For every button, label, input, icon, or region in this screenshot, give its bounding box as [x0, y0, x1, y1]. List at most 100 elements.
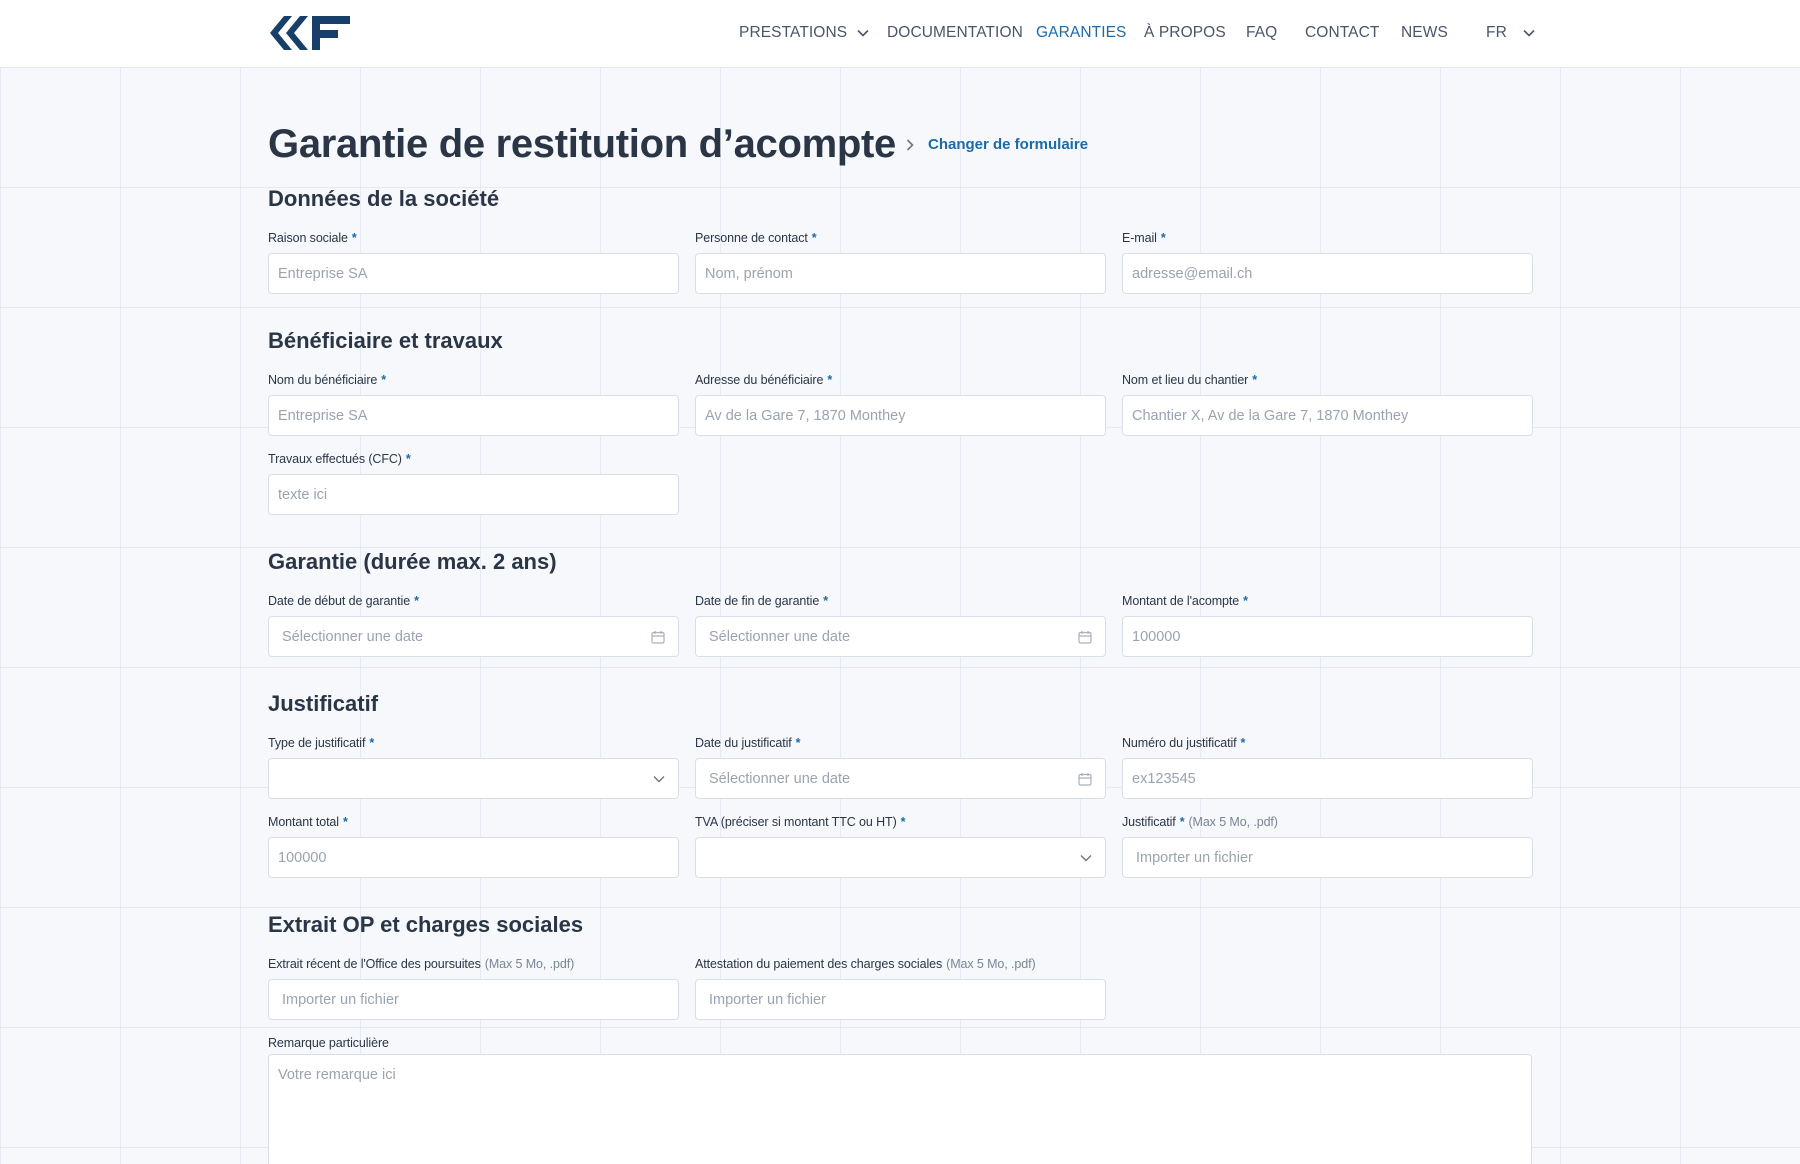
field-label: Personne de contact	[695, 231, 808, 245]
required-marker: *	[369, 736, 375, 750]
nav-faq[interactable]: FAQ	[1246, 24, 1277, 42]
required-marker: *	[351, 231, 357, 245]
field-label: Date de fin de garantie	[695, 594, 820, 608]
email-input[interactable]: adresse@email.ch	[1122, 253, 1533, 294]
deposit-amount-input[interactable]: 100000	[1122, 616, 1533, 657]
required-marker: *	[795, 736, 801, 750]
field-contact: Personne de contact * Nom, prénom	[695, 230, 1106, 294]
field-label: Travaux effectués (CFC)	[268, 452, 402, 466]
contact-input[interactable]: Nom, prénom	[695, 253, 1106, 294]
justificatif-file-upload[interactable]: Importer un fichier	[1122, 837, 1533, 878]
file-hint: (Max 5 Mo, .pdf)	[1188, 815, 1278, 829]
nav-prestations[interactable]: PRESTATIONS	[739, 24, 869, 42]
placeholder: texte ici	[278, 486, 328, 503]
chevron-down-icon	[653, 776, 665, 783]
field-tva: TVA (préciser si montant TTC ou HT) *	[695, 814, 1106, 878]
nav-contact[interactable]: CONTACT	[1305, 24, 1379, 42]
placeholder: Votre remarque ici	[278, 1067, 396, 1083]
chevron-right-icon	[906, 138, 914, 151]
field-label: Extrait récent de l'Office des poursuite…	[268, 957, 481, 971]
justificatif-number-input[interactable]: ex123545	[1122, 758, 1533, 799]
section-title-justificatif: Justificatif	[268, 691, 379, 716]
section-title-extrait: Extrait OP et charges sociales	[268, 912, 584, 937]
required-marker: *	[900, 815, 906, 829]
required-marker: *	[1252, 373, 1258, 387]
nav-documentation[interactable]: DOCUMENTATION	[887, 24, 1023, 42]
field-label: Numéro du justificatif	[1122, 736, 1237, 750]
placeholder: Importer un fichier	[1136, 849, 1253, 866]
required-marker: *	[1179, 815, 1185, 829]
placeholder: Sélectionner une date	[282, 628, 424, 645]
main-nav: PRESTATIONS DOCUMENTATION GARANTIES À PR…	[0, 0, 1800, 67]
field-label: TVA (préciser si montant TTC ou HT)	[695, 815, 897, 829]
nav-prestations-label: PRESTATIONS	[739, 24, 848, 41]
works-input[interactable]: texte ici	[268, 474, 679, 515]
nav-news[interactable]: NEWS	[1401, 24, 1448, 42]
field-social-charges: Attestation du paiement des charges soci…	[695, 956, 1106, 1020]
calendar-icon[interactable]	[651, 630, 665, 644]
nav-garanties-label: GARANTIES	[1036, 24, 1127, 41]
remark-textarea[interactable]: Votre remarque ici	[268, 1054, 1532, 1164]
field-start-date: Date de début de garantie * Sélectionner …	[268, 593, 679, 657]
placeholder: ex123545	[1132, 770, 1196, 787]
required-marker: *	[1240, 736, 1246, 750]
change-form-link[interactable]: Changer de formulaire	[906, 136, 1088, 153]
field-justificatif-file: Justificatif * (Max 5 Mo, .pdf) Importer u…	[1122, 814, 1533, 878]
total-amount-input[interactable]: 100000	[268, 837, 679, 878]
field-label: E-mail	[1122, 231, 1157, 245]
calendar-icon[interactable]	[1078, 630, 1092, 644]
placeholder: Av de la Gare 7, 1870 Monthey	[705, 407, 906, 424]
chevron-down-icon	[857, 29, 869, 37]
beneficiary-name-input[interactable]: Entreprise SA	[268, 395, 679, 436]
change-form-label: Changer de formulaire	[928, 136, 1089, 153]
field-label: Raison sociale	[268, 231, 348, 245]
required-marker: *	[1160, 231, 1166, 245]
required-marker: *	[827, 373, 833, 387]
justificatif-type-select[interactable]	[268, 758, 679, 799]
field-justificatif-date: Date du justificatif * Sélectionner une d…	[695, 735, 1106, 799]
placeholder: 100000	[278, 849, 327, 866]
beneficiary-address-input[interactable]: Av de la Gare 7, 1870 Monthey	[695, 395, 1106, 436]
field-label: Attestation du paiement des charges soci…	[695, 957, 943, 971]
field-worksite: Nom et lieu du chantier * Chantier X, Av …	[1122, 372, 1533, 436]
nav-garanties[interactable]: GARANTIES	[1036, 24, 1126, 42]
field-deposit-amount: Montant de l'acompte * 100000	[1122, 593, 1533, 657]
site-header: PRESTATIONS DOCUMENTATION GARANTIES À PR…	[0, 0, 1800, 67]
section-title-beneficiary: Bénéficiaire et travaux	[268, 328, 503, 353]
field-end-date: Date de fin de garantie * Sélectionner un…	[695, 593, 1106, 657]
field-label: Date de début de garantie	[268, 594, 411, 608]
field-label: Nom du bénéficiaire	[268, 373, 378, 387]
nav-documentation-label: DOCUMENTATION	[887, 24, 1023, 41]
field-label: Justificatif	[1122, 815, 1176, 829]
field-label: Montant total	[268, 815, 339, 829]
nav-faq-label: FAQ	[1246, 24, 1278, 41]
page-title: Garantie de restitution d’acompte	[268, 122, 896, 166]
start-date-picker[interactable]: Sélectionner une date	[268, 616, 679, 657]
placeholder: Chantier X, Av de la Gare 7, 1870 Monthe…	[1132, 407, 1409, 424]
social-charges-upload[interactable]: Importer un fichier	[695, 979, 1106, 1020]
nav-news-label: NEWS	[1401, 24, 1448, 41]
placeholder: Sélectionner une date	[709, 628, 851, 645]
field-office-extract: Extrait récent de l'Office des poursuite…	[268, 956, 679, 1020]
raison-sociale-input[interactable]: Entreprise SA	[268, 253, 679, 294]
required-marker: *	[811, 231, 817, 245]
placeholder: 100000	[1132, 628, 1181, 645]
chevron-down-icon	[1523, 29, 1535, 37]
field-label: Montant de l'acompte	[1122, 594, 1240, 608]
calendar-icon[interactable]	[1078, 772, 1092, 786]
language-selector[interactable]: FR	[1486, 24, 1535, 42]
nav-contact-label: CONTACT	[1305, 24, 1380, 41]
end-date-picker[interactable]: Sélectionner une date	[695, 616, 1106, 657]
justificatif-date-picker[interactable]: Sélectionner une date	[695, 758, 1106, 799]
placeholder: adresse@email.ch	[1132, 265, 1253, 282]
required-marker: *	[1243, 594, 1248, 608]
office-extract-upload[interactable]: Importer un fichier	[268, 979, 679, 1020]
placeholder: Importer un fichier	[709, 991, 826, 1008]
nav-a-propos[interactable]: À PROPOS	[1144, 24, 1226, 42]
field-label: Type de justificatif	[268, 736, 366, 750]
field-beneficiary-name: Nom du bénéficiaire * Entreprise SA	[268, 372, 679, 436]
field-works: Travaux effectués (CFC) * texte ici	[268, 451, 679, 515]
tva-select[interactable]	[695, 837, 1106, 878]
field-justificatif-number: Numéro du justificatif * ex123545	[1122, 735, 1533, 799]
worksite-input[interactable]: Chantier X, Av de la Gare 7, 1870 Monthe…	[1122, 395, 1533, 436]
